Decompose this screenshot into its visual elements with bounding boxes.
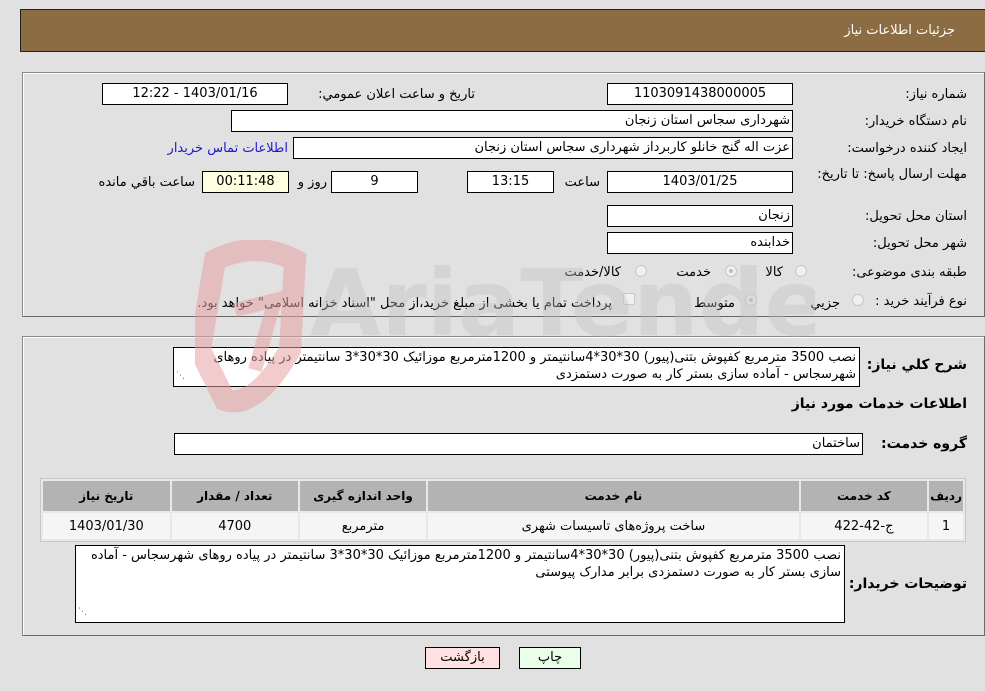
city-field: خدابنده [607,232,793,254]
page-title: جزئیات اطلاعات نیاز [844,23,955,38]
table-row: 1 ج-42-422 ساخت پروژه‌های تاسیسات شهری م… [43,513,963,539]
summary-text: نصب 3500 مترمربع کفپوش بتنی(پیور) 30*30*… [213,350,856,382]
category-radio-goods-service[interactable] [635,265,647,277]
deadline-label: مهلت ارسال پاسخ: تا تاریخ: [817,167,967,182]
category-radio-service[interactable] [725,265,737,277]
summary-label: شرح كلي نياز: [866,357,967,373]
city-label: شهر محل تحویل: [872,236,967,251]
buyer-notes-textarea[interactable]: نصب 3500 مترمربع کفپوش بتنی(پیور) 30*30*… [75,545,845,623]
buyer-org-field: شهرداری سجاس استان زنجان [231,110,793,132]
cell-date: 1403/01/30 [43,513,170,539]
print-button[interactable]: چاپ [519,647,581,669]
col-unit-header: واحد اندازه گيری [299,481,427,511]
cell-qty: 4700 [171,513,298,539]
process-option-medium: متوسط [694,296,735,311]
category-option-goods-service: كالا/خدمت [564,265,621,280]
back-button[interactable]: بازگشت [425,647,500,669]
summary-textarea[interactable]: نصب 3500 مترمربع کفپوش بتنی(پیور) 30*30*… [173,347,860,387]
process-option-minor: جزيي [810,296,840,311]
treasury-note: پرداخت تمام یا بخشی از مبلغ خرید،از محل … [197,296,612,311]
col-name-header: نام خدمت [428,481,799,511]
table-header-row: رديف كد خدمت نام خدمت واحد اندازه گيری ت… [43,481,963,511]
cell-row: 1 [929,513,963,539]
process-radio-medium[interactable] [745,294,757,306]
resize-grip-icon[interactable]: ⋰ [176,368,185,385]
province-label: استان محل تحویل: [865,209,967,224]
process-radio-minor[interactable] [852,294,864,306]
deadline-time-field: 13:15 [467,171,554,193]
category-radio-goods[interactable] [795,265,807,277]
days-field: 9 [331,171,418,193]
creator-field: عزت اله گنج خانلو کاربرداز شهرداری سجاس … [293,137,793,159]
services-table: رديف كد خدمت نام خدمت واحد اندازه گيری ت… [40,478,966,542]
services-title: اطلاعات خدمات مورد نياز [791,396,967,412]
province-field: زنجان [607,205,793,227]
deadline-time-label: ساعت [564,175,600,190]
buyer-notes-label: توضيحات خريدار: [848,576,967,592]
col-qty-header: تعداد / مقدار [171,481,298,511]
cell-unit: مترمربع [299,513,427,539]
days-label: روز و [297,175,327,190]
buyer-contact-link[interactable]: اطلاعات تماس خريدار [168,141,288,156]
resize-grip-icon[interactable]: ⋰ [78,604,87,621]
col-date-header: تاريخ نياز [43,481,170,511]
category-option-service: خدمت [676,265,711,280]
buyer-notes-text: نصب 3500 مترمربع کفپوش بتنی(پیور) 30*30*… [90,548,841,580]
buyer-org-label: نام دستگاه خريدار: [864,114,967,129]
cell-name: ساخت پروژه‌های تاسیسات شهری [428,513,799,539]
need-number-field: 1103091438000005 [607,83,793,105]
deadline-date-field: 1403/01/25 [607,171,793,193]
creator-label: ایجاد کننده درخواست: [847,141,967,156]
need-number-label: شماره نیاز: [905,87,967,102]
remaining-time-field: 00:11:48 [202,171,289,193]
announce-label: تاریخ و ساعت اعلان عمومي: [318,87,475,102]
service-group-label: گروه خدمت: [881,436,967,452]
col-code-header: كد خدمت [800,481,928,511]
announce-field: 1403/01/16 - 12:22 [102,83,288,105]
treasury-checkbox[interactable] [623,293,635,305]
col-row-header: رديف [929,481,963,511]
service-group-field: ساختمان [174,433,863,455]
remaining-label: ساعت باقي مانده [98,175,195,190]
category-option-goods: كالا [765,265,783,280]
process-label: نوع فرآیند خرید : [875,294,967,309]
page-header: جزئیات اطلاعات نیاز [20,9,985,52]
category-label: طبقه بندی موضوعی: [851,265,967,280]
need-info-panel [22,72,985,317]
cell-code: ج-42-422 [800,513,928,539]
